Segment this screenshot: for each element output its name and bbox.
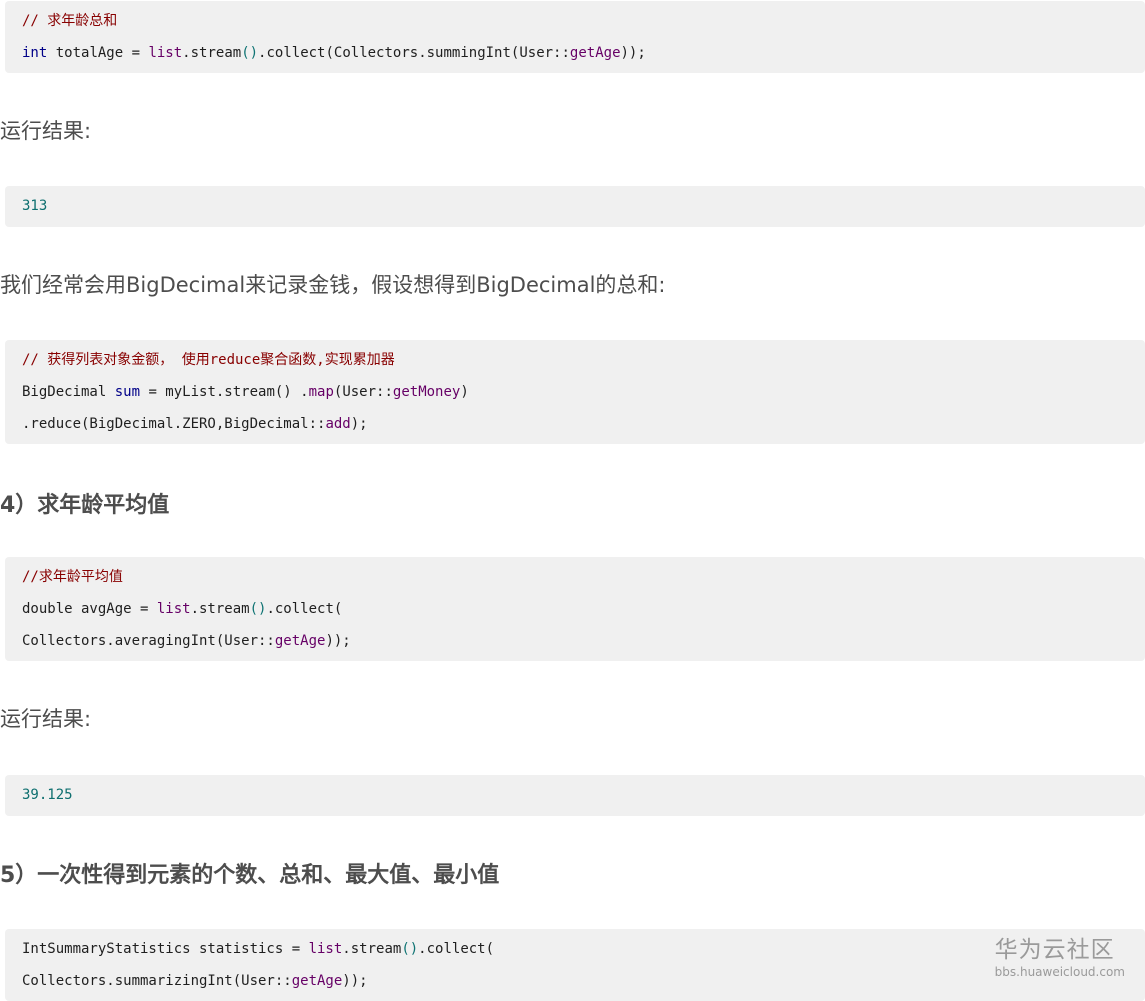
code-token-keyword: sum	[114, 384, 141, 400]
code-token-plain: .collect(	[266, 601, 343, 617]
code-line: //求年龄平均值	[22, 561, 1145, 593]
code-line: // 求年龄总和	[22, 5, 1145, 37]
code-line: Collectors.summarizingInt(User::getAge))…	[22, 965, 1145, 997]
bigdecimal-intro-text: 我们经常会用BigDecimal来记录金钱，假设想得到BigDecimal的总和…	[0, 273, 666, 297]
code-token-comment: //求年龄平均值	[22, 569, 123, 585]
code-token-ident: getAge	[291, 973, 343, 989]
code-token-plain: ));	[620, 45, 646, 61]
code-line: 39.125	[22, 779, 1145, 811]
code-token-plain: Collectors.averagingInt(User::	[22, 633, 275, 649]
section-heading-summary-statistics: 5）一次性得到元素的个数、总和、最大值、最小值	[0, 863, 500, 888]
code-token-plain: ));	[342, 973, 368, 989]
watermark-url: bbs.huaweicloud.com	[994, 965, 1125, 979]
code-line: IntSummaryStatistics statistics = list.s…	[22, 933, 1145, 965]
code-token-paren: ()	[249, 601, 267, 617]
code-token-plain: ));	[325, 633, 351, 649]
code-block-sum-age: // 求年龄总和 int totalAge = list.stream().col…	[5, 1, 1145, 73]
code-token-plain: Collectors.summarizingInt(User::	[22, 973, 292, 989]
code-token-ident: getAge	[274, 633, 326, 649]
code-token-plain: .reduce(BigDecimal.ZERO,BigDecimal::	[22, 416, 326, 432]
code-line: double avgAge = list.stream().collect(	[22, 593, 1145, 625]
code-token-paren: ()	[241, 45, 259, 61]
code-line: 313	[22, 190, 1145, 222]
code-token-plain: double avgAge =	[22, 601, 157, 617]
code-line: BigDecimal sum = myList.stream() .map(Us…	[22, 376, 1145, 408]
code-token-plain: .stream	[182, 45, 242, 61]
code-block-bigdecimal-sum: // 获得列表对象金额， 使用reduce聚合函数,实现累加器 BigDecima…	[5, 340, 1145, 444]
code-token-plain: .collect(	[418, 941, 495, 957]
code-token-ident: getAge	[569, 45, 621, 61]
code-token-ident: list	[148, 45, 183, 61]
code-token-comment: // 求年龄总和	[22, 13, 118, 29]
code-token-plain: = myList.stream() .	[140, 384, 309, 400]
code-block-output-313: 313	[5, 186, 1145, 227]
code-block-average-age: //求年龄平均值 double avgAge = list.stream().co…	[5, 557, 1145, 661]
huaweicloud-watermark: 华为云社区 bbs.huaweicloud.com	[995, 936, 1125, 980]
result-label-2: 运行结果:	[0, 707, 92, 731]
code-line: int totalAge = list.stream().collect(Col…	[22, 37, 1145, 69]
code-token-plain: totalAge =	[47, 45, 149, 61]
code-token-plain: .stream	[342, 941, 402, 957]
code-token-keyword: int	[22, 45, 48, 61]
code-block-summary-statistics: IntSummaryStatistics statistics = list.s…	[5, 929, 1145, 1001]
code-token-plain: .stream	[190, 601, 250, 617]
code-token-plain: )	[460, 384, 469, 400]
result-label-1: 运行结果:	[0, 119, 92, 143]
code-token-plain: (User::	[333, 384, 393, 400]
code-token-ident: add	[325, 416, 351, 432]
code-line: Collectors.averagingInt(User::getAge));	[22, 625, 1145, 657]
code-token-number: 39.125	[22, 787, 73, 803]
code-token-ident: getMoney	[392, 384, 461, 400]
code-token-plain: .collect(Collectors.summingInt(User::	[258, 45, 570, 61]
code-token-paren: ()	[401, 941, 419, 957]
code-token-ident: map	[308, 384, 334, 400]
code-token-comment: // 获得列表对象金额， 使用reduce聚合函数,实现累加器	[22, 352, 395, 368]
watermark-title: 华为云社区	[994, 937, 1115, 963]
section-heading-average-age: 4）求年龄平均值	[0, 493, 170, 518]
code-token-plain: IntSummaryStatistics statistics =	[22, 941, 309, 957]
code-token-ident: list	[156, 601, 191, 617]
code-token-number: 313	[22, 198, 48, 214]
code-token-ident: list	[308, 941, 343, 957]
code-block-output-39-125: 39.125	[5, 775, 1145, 816]
code-line: .reduce(BigDecimal.ZERO,BigDecimal::add)…	[22, 408, 1145, 440]
code-line: // 获得列表对象金额， 使用reduce聚合函数,实现累加器	[22, 344, 1145, 376]
code-token-plain: );	[350, 416, 368, 432]
code-token-plain: BigDecimal	[22, 384, 115, 400]
